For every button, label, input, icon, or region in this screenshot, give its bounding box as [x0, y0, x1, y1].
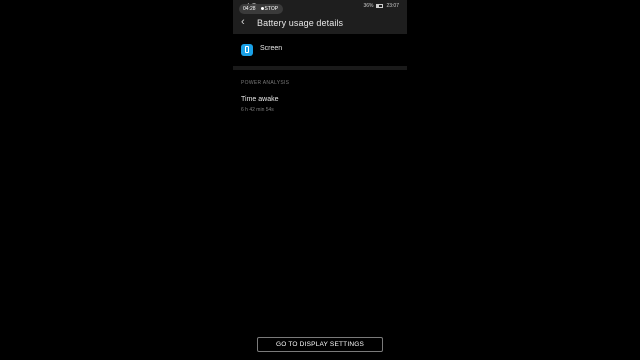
recording-elapsed: 04:28	[243, 6, 256, 12]
stop-label: STOP	[264, 6, 279, 12]
screen-icon	[241, 44, 253, 56]
section-header-power-analysis: POWER ANALYSIS	[241, 80, 290, 86]
battery-icon	[376, 4, 384, 8]
status-time: 23:07	[386, 3, 399, 9]
recording-stop-button[interactable]: STOP	[260, 6, 279, 12]
section-divider	[233, 66, 407, 70]
app-row-screen[interactable]: Screen	[233, 38, 407, 62]
time-awake-value: 6 h 42 min 54s	[241, 107, 274, 113]
app-label: Screen	[260, 45, 283, 52]
display-settings-button[interactable]: GO TO DISPLAY SETTINGS	[257, 337, 383, 352]
time-awake-title: Time awake	[241, 96, 279, 103]
app-bar: ‹ Battery usage details	[233, 12, 407, 34]
battery-percent: 36%	[363, 3, 374, 9]
back-arrow-icon[interactable]: ‹	[241, 17, 245, 28]
phone-screen: 36% 23:07 ‹ Battery usage details 04:28 …	[233, 0, 407, 360]
screen-recording-pill[interactable]: 04:28 STOP	[239, 4, 284, 14]
page-title: Battery usage details	[257, 18, 344, 28]
status-right: 36% 23:07	[363, 3, 399, 9]
record-dot-icon	[260, 7, 264, 10]
